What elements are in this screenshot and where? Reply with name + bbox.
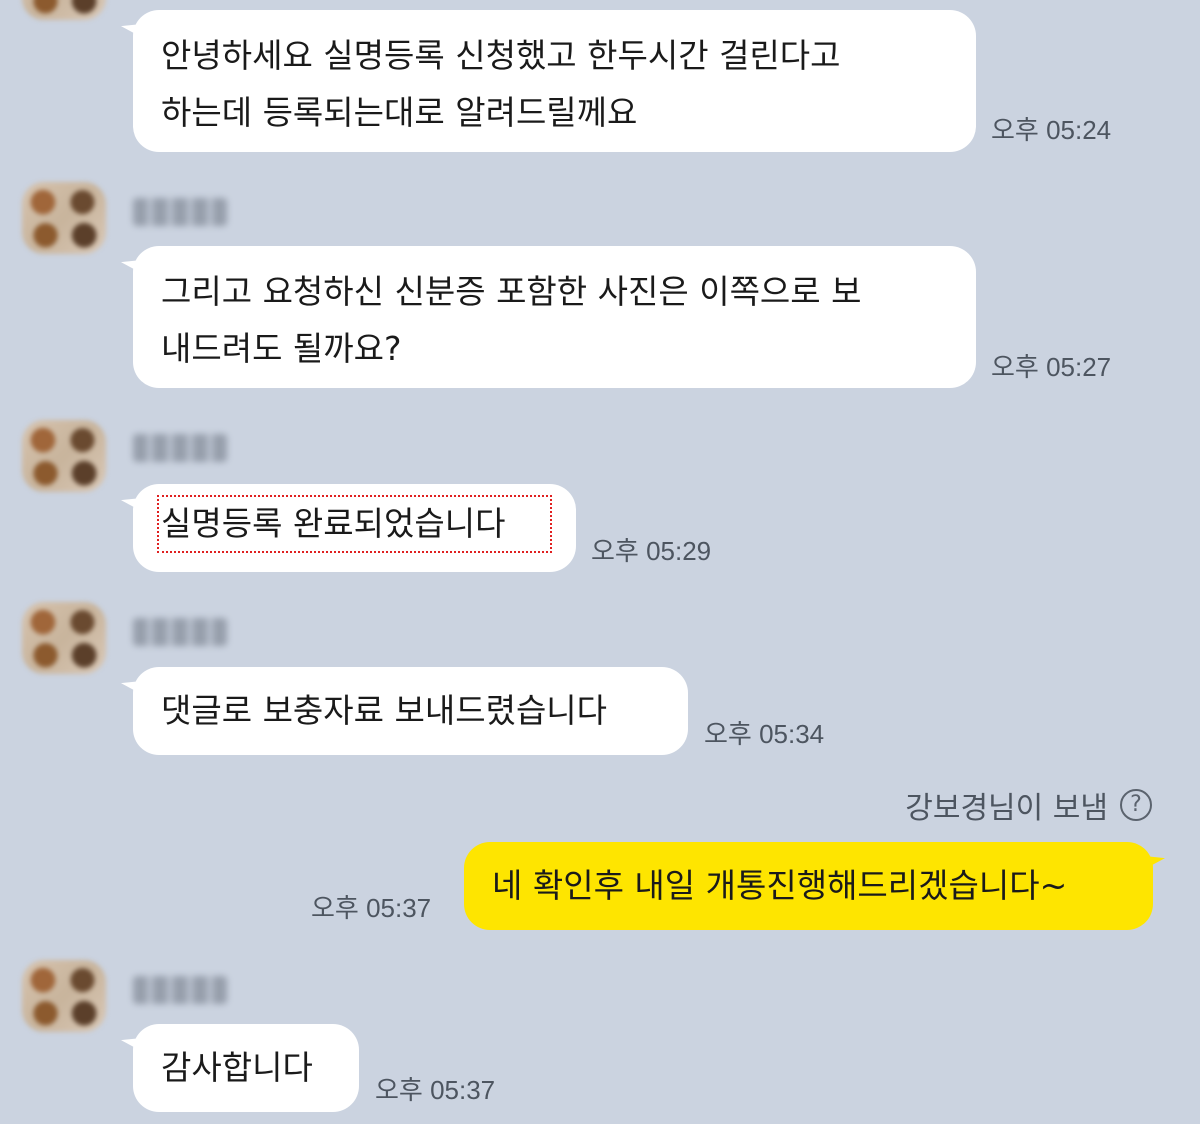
message-text: 네 확인후 내일 개통진행해드리겠습니다~ [492,866,1068,905]
help-icon[interactable]: ? [1120,789,1152,821]
message-text: 하는데 등록되는대로 알려드릴께요 [161,93,638,132]
avatar[interactable] [22,420,106,492]
message-time: 오후 05:37 [311,893,432,923]
message-bubble[interactable]: 그리고 요청하신 신분증 포함한 사진은 이쪽으로 보 내드려도 될까요? [133,246,976,388]
message-bubble[interactable]: 실명등록 완료되었습니다 [133,484,576,572]
message-text: 그리고 요청하신 신분증 포함한 사진은 이쪽으로 보 [161,272,862,311]
message-bubble[interactable]: 댓글로 보충자료 보내드렸습니다 [133,667,688,755]
message-time: 오후 05:37 [375,1075,496,1105]
sender-name [133,976,227,1004]
sent-by-label: 강보경님이 보냄 ? [905,783,1152,827]
message-bubble-outgoing[interactable]: 네 확인후 내일 개통진행해드리겠습니다~ [464,842,1153,930]
message-bubble[interactable]: 안녕하세요 실명등록 신청했고 한두시간 걸린다고 하는데 등록되는대로 알려드… [133,10,976,152]
message-text: 실명등록 완료되었습니다 [157,495,552,553]
sender-name [133,434,227,462]
sender-name [133,618,227,646]
sent-by-text: 강보경님이 보냄 [905,791,1108,826]
message-time: 오후 05:29 [591,536,712,566]
avatar[interactable] [22,602,106,674]
message-time: 오후 05:27 [991,352,1112,382]
message-text: 내드려도 될까요? [161,329,402,368]
message-text: 감사합니다 [161,1048,313,1087]
message-text: 안녕하세요 실명등록 신청했고 한두시간 걸린다고 [161,36,841,75]
avatar[interactable] [22,0,106,20]
avatar[interactable] [22,960,106,1032]
avatar[interactable] [22,182,106,254]
message-bubble[interactable]: 감사합니다 [133,1024,359,1112]
message-text: 댓글로 보충자료 보내드렸습니다 [161,691,608,730]
message-time: 오후 05:24 [991,115,1112,145]
message-time: 오후 05:34 [704,719,825,749]
sender-name [133,198,227,226]
